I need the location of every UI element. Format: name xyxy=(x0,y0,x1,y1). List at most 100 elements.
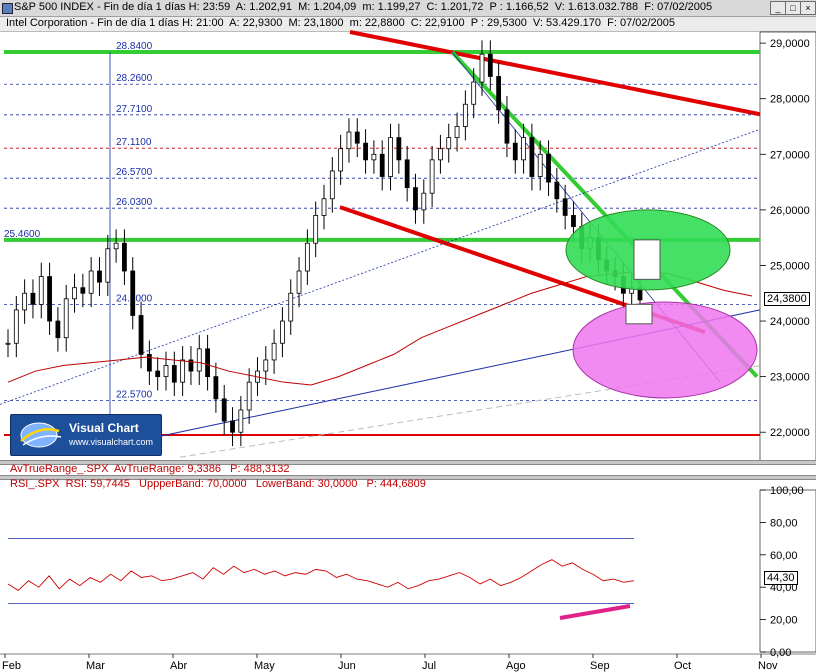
candle-body xyxy=(296,270,302,294)
price-tick-label: 28,0000 xyxy=(770,94,810,106)
candle-body xyxy=(454,126,460,139)
candle-body xyxy=(238,409,244,433)
price-tick-label: 22,0000 xyxy=(770,427,810,439)
last-price-tag: 24,3800 xyxy=(764,292,810,306)
price-tick-label: 24,0000 xyxy=(770,316,810,328)
candle-body xyxy=(213,376,219,400)
candle-body xyxy=(97,270,102,283)
candle-body xyxy=(230,420,235,433)
fib-level-label: 22.5700 xyxy=(116,390,153,401)
candle-body xyxy=(446,137,452,150)
candle-body xyxy=(30,292,36,305)
candle-body xyxy=(562,198,568,216)
rsi-tick-label: 20,00 xyxy=(770,615,798,627)
channel-top-line xyxy=(349,30,761,117)
price-tick-label: 25,0000 xyxy=(770,260,810,272)
candle-body xyxy=(138,315,144,355)
candle-body xyxy=(288,292,294,322)
fib-level-label: 27.1100 xyxy=(116,137,152,148)
globe-icon xyxy=(20,422,62,448)
time-tick-label: Oct xyxy=(674,660,691,672)
fib-level-label: 26.0300 xyxy=(116,197,153,208)
candle-body xyxy=(546,153,551,183)
candle-body xyxy=(280,320,285,344)
candle-body xyxy=(438,148,443,161)
trading-chart-window: S&P 500 INDEX - Fin de día 1 días H: 23:… xyxy=(0,0,816,672)
candle-body xyxy=(63,298,69,339)
price-tick-label: 23,0000 xyxy=(770,372,810,384)
time-tick-label: Jul xyxy=(422,660,436,672)
candle-body xyxy=(537,153,543,177)
rsi-last-tag: 44,30 xyxy=(764,571,798,585)
candle-body xyxy=(504,109,510,144)
rsi-tick-label: 100,00 xyxy=(770,485,804,497)
candle-body xyxy=(180,359,186,383)
price-tick-label: 29,0000 xyxy=(770,38,810,50)
candle-body xyxy=(388,137,393,177)
rsi-grid xyxy=(8,538,634,604)
candle-body xyxy=(363,142,368,161)
candle-body xyxy=(80,287,86,294)
candle-body xyxy=(205,348,210,378)
time-tick-label: Mar xyxy=(86,660,105,672)
time-tick-label: Abr xyxy=(170,660,187,672)
rsi-trend-marker xyxy=(559,604,631,620)
logo-url: www.visualchart.com xyxy=(69,437,154,447)
fib-level-label: 26.5700 xyxy=(116,167,153,178)
candle-body xyxy=(246,381,252,411)
price-chart[interactable]: 28.840028.260027.710027.110026.570026.03… xyxy=(0,0,816,672)
candle-body xyxy=(479,53,485,83)
logo-name: Visual Chart xyxy=(69,421,139,435)
candle-body xyxy=(47,276,52,322)
candle-body xyxy=(371,153,377,161)
candle-body xyxy=(529,137,535,177)
fib-level-label: 27.7100 xyxy=(116,104,153,115)
rsi-tick-label: 0,00 xyxy=(770,647,791,659)
candle-body xyxy=(22,292,28,311)
candle-body xyxy=(379,153,385,177)
candle-body xyxy=(471,81,477,105)
candle-body xyxy=(404,159,410,189)
candle-body xyxy=(171,365,177,383)
candle-body xyxy=(354,131,360,144)
time-tick-label: May xyxy=(254,660,275,672)
candle-body xyxy=(196,348,202,372)
candle-body xyxy=(512,142,518,161)
candle-body xyxy=(429,159,435,194)
price-tick-label: 27,0000 xyxy=(770,149,810,161)
candle-body xyxy=(88,270,94,294)
candle-body xyxy=(130,270,136,316)
time-axis: Feb Mar Abr May Jun Jul Ago Sep Oct Nov xyxy=(2,654,778,672)
rsi-tick-label: 60,00 xyxy=(770,550,798,562)
target-box xyxy=(633,239,661,280)
candle-body xyxy=(571,215,576,227)
candle-body xyxy=(155,370,161,378)
rsi-header: RSI_.SPX RSI: 59,7445 UppperBand: 70,000… xyxy=(10,478,426,490)
candle-body xyxy=(496,76,502,111)
candle-body xyxy=(263,359,269,372)
candle-body xyxy=(5,342,11,345)
candle-body xyxy=(55,320,61,339)
candle-body xyxy=(521,137,526,161)
candle-body xyxy=(38,276,44,305)
target-box-2 xyxy=(625,303,653,325)
candle-body xyxy=(304,242,310,272)
magenta-zone-ellipse xyxy=(572,301,758,399)
time-tick-label: Ago xyxy=(506,660,526,672)
candle-body xyxy=(487,53,493,77)
fib-level-label: 28.2600 xyxy=(116,73,153,84)
candle-body xyxy=(122,242,127,272)
time-tick-label: Sep xyxy=(590,660,610,672)
candle-body xyxy=(462,103,468,127)
candle-body xyxy=(313,215,319,244)
candle-body xyxy=(554,181,560,200)
candle-body xyxy=(338,148,344,172)
candle-body xyxy=(321,198,327,216)
rsi-line xyxy=(7,559,635,592)
candle-body xyxy=(413,187,418,211)
rsi-tick-label: 80,00 xyxy=(770,517,798,529)
candle-body xyxy=(421,192,427,211)
visual-chart-logo[interactable]: Visual Chart www.visualchart.com xyxy=(10,414,162,456)
candle-body xyxy=(396,137,402,161)
price-tick-label: 26,0000 xyxy=(770,205,810,217)
